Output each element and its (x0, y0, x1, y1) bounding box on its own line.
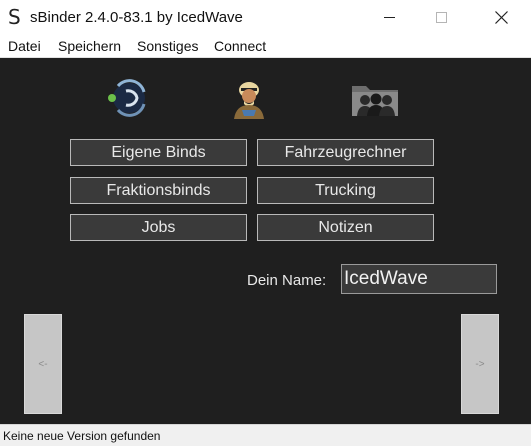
main-panel: Eigene Binds Fahrzeugrechner Fraktionsbi… (0, 58, 531, 424)
menu-sonstiges[interactable]: Sonstiges (137, 38, 198, 54)
previous-page-button[interactable]: <- (24, 314, 62, 414)
status-text: Keine neue Version gefunden (3, 429, 161, 443)
menu-bar: Datei Speichern Sonstiges Connect (0, 34, 531, 58)
name-input[interactable]: IcedWave (341, 264, 497, 294)
close-button[interactable] (478, 0, 524, 34)
minimize-icon (383, 17, 395, 18)
app-window: S sBinder 2.4.0-83.1 by IcedWave Datei S… (0, 0, 531, 446)
trucking-button[interactable]: Trucking (257, 177, 434, 204)
menu-connect[interactable]: Connect (214, 38, 266, 54)
maximize-button[interactable] (418, 0, 464, 34)
fraktionsbinds-button[interactable]: Fraktionsbinds (70, 177, 247, 204)
window-title: sBinder 2.4.0-83.1 by IcedWave (30, 9, 243, 26)
group-folder-icon[interactable] (350, 78, 400, 118)
fahrzeugrechner-button[interactable]: Fahrzeugrechner (257, 139, 434, 166)
name-label: Dein Name: (247, 272, 327, 289)
status-bar: Keine neue Version gefunden (0, 424, 531, 446)
jobs-button[interactable]: Jobs (70, 214, 247, 241)
minimize-button[interactable] (366, 0, 412, 34)
maximize-icon (435, 11, 447, 23)
notizen-button[interactable]: Notizen (257, 214, 434, 241)
person-avatar-icon[interactable] (228, 77, 270, 119)
next-page-button[interactable]: -> (461, 314, 499, 414)
title-bar[interactable]: S sBinder 2.4.0-83.1 by IcedWave (0, 0, 531, 34)
menu-datei[interactable]: Datei (8, 38, 41, 54)
eigene-binds-button[interactable]: Eigene Binds (70, 139, 247, 166)
app-logo-icon: S (8, 5, 21, 29)
teamspeak-icon[interactable] (104, 78, 148, 118)
close-icon (494, 10, 508, 24)
menu-speichern[interactable]: Speichern (58, 38, 121, 54)
